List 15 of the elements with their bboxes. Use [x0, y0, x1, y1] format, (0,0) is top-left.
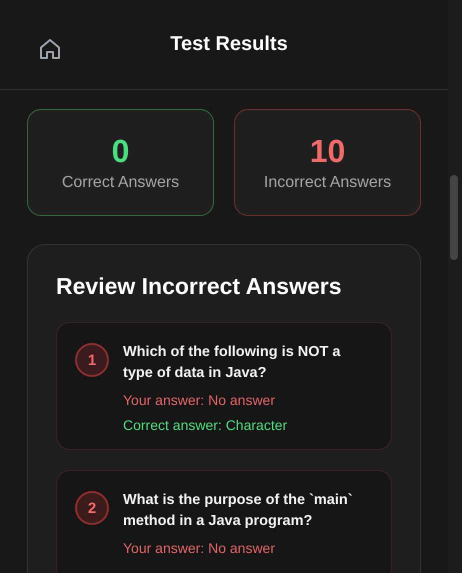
correct-answer: Correct answer: Character [123, 417, 288, 433]
stat-label: Incorrect Answers [264, 174, 392, 192]
home-icon[interactable] [38, 37, 62, 61]
stat-value: 10 [310, 133, 346, 170]
question-number: 2 [75, 491, 109, 525]
question-text: Which of the following is NOT a type of data in Java? [123, 343, 342, 383]
your-answer: Your answer: No answer [123, 540, 276, 556]
question-text: What is the purpose of the `main` method in a Java program? [123, 491, 354, 531]
review-title: Review Incorrect Answers [56, 273, 342, 300]
your-answer: Your answer: No answer [123, 392, 276, 408]
scrollbar-thumb[interactable] [450, 175, 458, 260]
stat-value: 0 [112, 133, 130, 170]
page-title: Test Results [169, 33, 288, 56]
question-number: 1 [75, 343, 109, 377]
stat-label: Correct Answers [62, 174, 180, 192]
